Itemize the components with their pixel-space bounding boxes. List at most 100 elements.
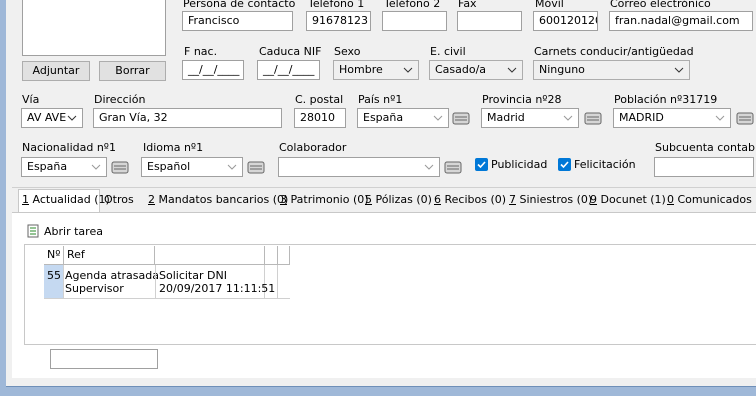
civil-status-select[interactable]: Casado/a xyxy=(429,60,523,80)
postal-code-field[interactable]: 28010 xyxy=(294,108,346,128)
sex-label: Sexo xyxy=(334,45,361,58)
country-value: España xyxy=(363,111,404,124)
search-table-icon[interactable] xyxy=(452,109,470,127)
photo-box xyxy=(22,0,166,56)
tab-strip-divider xyxy=(12,187,756,188)
license-label: Carnets conducir/antigüedad xyxy=(534,45,694,58)
chevron-down-icon xyxy=(227,164,237,170)
check-icon xyxy=(560,161,569,169)
chevron-down-icon xyxy=(91,164,101,170)
task-icon xyxy=(27,224,39,238)
street-label: Dirección xyxy=(94,93,146,106)
tab-comunicados[interactable]: 0 Comunicados (0) xyxy=(667,193,756,206)
phone2-field[interactable] xyxy=(382,11,447,31)
fax-field[interactable] xyxy=(457,11,522,31)
province-select[interactable]: Madrid xyxy=(481,108,579,128)
nif-expiry-label: Caduca NIF xyxy=(259,45,322,58)
town-value: MADRID xyxy=(619,111,664,124)
tab-docunet[interactable]: 9 Docunet (1) xyxy=(590,193,666,206)
tab-patrimonio[interactable]: 3 Patrimonio (0) xyxy=(280,193,369,206)
tab-mandatos[interactable]: 2 Mandatos bancarios (0) xyxy=(148,193,288,206)
search-table-icon[interactable] xyxy=(584,109,602,127)
grid-footer-divider xyxy=(24,344,756,345)
fax-label: Fax xyxy=(458,0,477,10)
search-table-icon[interactable] xyxy=(247,158,265,176)
grid-header-ref[interactable]: Ref xyxy=(64,246,155,265)
country-label: País nº1 xyxy=(358,93,403,106)
window-border-bottom xyxy=(0,386,756,396)
birth-date-field[interactable]: __/__/____ xyxy=(182,60,244,80)
street-field[interactable]: Gran Vía, 32 xyxy=(93,108,282,128)
email-label: Correo electrónico xyxy=(610,0,711,10)
contact-person-label: Persona de contacto xyxy=(183,0,296,10)
via-label: Vía xyxy=(22,93,40,106)
sex-select[interactable]: Hombre xyxy=(333,60,419,80)
civil-status-label: E. civil xyxy=(430,45,466,58)
sex-value: Hombre xyxy=(339,63,383,76)
via-select[interactable]: AV AVE xyxy=(21,108,83,128)
nif-expiry-field[interactable]: __/__/____ xyxy=(257,60,320,80)
province-label: Provincia nº28 xyxy=(482,93,562,106)
phone2-label: Teléfono 2 xyxy=(384,0,441,10)
greeting-checkbox[interactable] xyxy=(558,158,571,171)
footer-field[interactable] xyxy=(50,349,158,369)
search-table-icon[interactable] xyxy=(444,158,462,176)
nationality-label: Nacionalidad nº1 xyxy=(22,141,116,154)
mobile-field[interactable]: 600120120 xyxy=(533,11,598,31)
email-field[interactable]: fran.nadal@gmail.com xyxy=(609,11,753,31)
open-task-button[interactable]: Abrir tarea xyxy=(44,225,103,238)
province-value: Madrid xyxy=(487,111,525,124)
tab-actualidad[interactable]: 1 Actualidad (1) xyxy=(22,193,110,206)
license-value: Ninguno xyxy=(539,63,585,76)
search-table-icon[interactable] xyxy=(736,109,754,127)
subaccount-label: Subcuenta contable xyxy=(655,141,756,154)
grid-header-description[interactable] xyxy=(155,246,265,265)
country-select[interactable]: España xyxy=(357,108,449,128)
attach-photo-button[interactable]: Adjuntar xyxy=(22,61,90,81)
publicity-label: Publicidad xyxy=(491,158,548,171)
row-description-line2: 20/09/2017 11:11:51 xyxy=(159,282,276,295)
row-ref-cell: Agenda atrasada Supervisor xyxy=(65,269,159,295)
row-ref-line2: Supervisor xyxy=(65,282,124,295)
window-border-left xyxy=(0,0,6,396)
language-label: Idioma nº1 xyxy=(143,141,204,154)
table-row[interactable]: 55 Agenda atrasada Supervisor Solicitar … xyxy=(44,265,290,299)
chevron-down-icon xyxy=(715,115,725,121)
row-description-line1: Solicitar DNI xyxy=(159,269,227,282)
tab-siniestros[interactable]: 7 Siniestros (0) xyxy=(509,193,592,206)
mobile-label: Móvil xyxy=(535,0,564,10)
town-select[interactable]: MADRID xyxy=(613,108,731,128)
phone1-label: Teléfono 1 xyxy=(308,0,365,10)
publicity-checkbox[interactable] xyxy=(475,158,488,171)
license-select[interactable]: Ninguno xyxy=(533,60,690,80)
town-label: Población nº31719 xyxy=(614,93,718,106)
postal-code-label: C. postal xyxy=(295,93,344,106)
grid-header-extra xyxy=(278,246,290,265)
grid-header-extra xyxy=(265,246,278,265)
row-ref-line1: Agenda atrasada xyxy=(65,269,159,282)
tab-polizas[interactable]: 5 Pólizas (0) xyxy=(365,193,432,206)
collaborator-select[interactable] xyxy=(278,157,440,177)
contact-person-field[interactable]: Francisco xyxy=(182,11,293,31)
row-number: 55 xyxy=(47,269,61,282)
collaborator-label: Colaborador xyxy=(279,141,347,154)
chevron-down-icon xyxy=(433,115,443,121)
check-icon xyxy=(477,161,486,169)
language-select[interactable]: Español xyxy=(141,157,243,177)
chevron-down-icon xyxy=(674,67,684,73)
search-table-icon[interactable] xyxy=(111,158,129,176)
nationality-select[interactable]: España xyxy=(21,157,107,177)
chevron-down-icon xyxy=(563,115,573,121)
grid-header-number[interactable]: Nº xyxy=(44,246,64,265)
subaccount-field[interactable] xyxy=(654,157,754,177)
chevron-down-icon xyxy=(424,164,434,170)
nationality-value: España xyxy=(27,160,68,173)
chevron-down-icon xyxy=(507,67,517,73)
chevron-down-icon xyxy=(403,67,413,73)
row-number-cell: 55 xyxy=(44,265,64,298)
delete-photo-button[interactable]: Borrar xyxy=(99,61,166,81)
tab-recibos[interactable]: 6 Recibos (0) xyxy=(434,193,506,206)
row-extra-cell xyxy=(265,265,278,298)
phone1-field[interactable]: 91678123 xyxy=(306,11,371,31)
tab-otros[interactable]: Otros xyxy=(104,193,134,206)
